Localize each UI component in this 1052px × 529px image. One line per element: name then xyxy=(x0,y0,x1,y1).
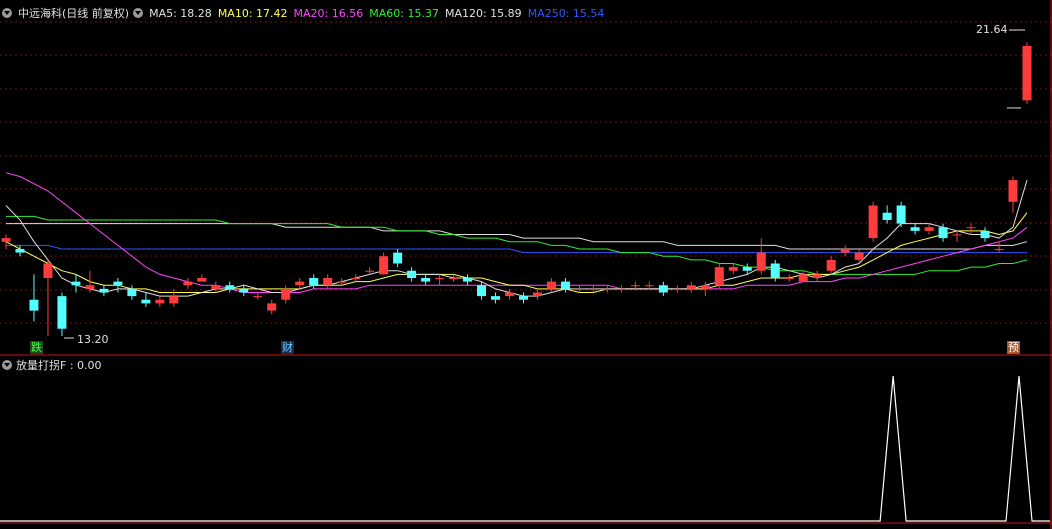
candle-down xyxy=(560,281,570,289)
candle-up xyxy=(798,274,808,282)
candle-up xyxy=(686,285,696,289)
candle-up xyxy=(630,285,640,287)
ma120-label: MA120: 15.89 xyxy=(444,6,522,20)
candle-up xyxy=(574,288,584,290)
candle-up xyxy=(868,205,878,239)
candle-down xyxy=(518,296,528,300)
candle-down xyxy=(770,263,780,278)
candle-down xyxy=(938,227,948,239)
candle-up xyxy=(323,277,333,286)
candle-up xyxy=(155,299,165,304)
candle-down xyxy=(407,270,417,278)
collapse-icon-3[interactable] xyxy=(2,360,12,370)
candle-up xyxy=(1,238,11,242)
ma10-label: MA10: 17.42 xyxy=(217,6,288,20)
candle-up xyxy=(616,288,626,290)
candle-down xyxy=(491,296,501,300)
candle-down xyxy=(980,230,990,239)
candle-up xyxy=(924,227,934,231)
candle-up xyxy=(449,277,459,279)
candle-up xyxy=(183,281,193,286)
candle-down xyxy=(896,205,906,224)
candle-down xyxy=(127,288,137,297)
candle-up xyxy=(714,267,724,286)
candle-down xyxy=(141,299,151,304)
chart-legend: 中远海科(日线 前复权) MA5: 18.28 MA10: 17.42 MA20… xyxy=(2,5,610,21)
candle-up xyxy=(85,285,95,289)
candle-down xyxy=(393,252,403,264)
candle-up xyxy=(351,277,361,279)
candle-up xyxy=(211,285,221,289)
candle-up xyxy=(295,281,305,286)
indicator-label: 放量打拐F : 0.00 xyxy=(16,359,102,372)
candle-up xyxy=(602,288,612,290)
candle-up xyxy=(281,288,291,300)
indicator-line xyxy=(0,375,1050,522)
candle-up xyxy=(505,292,515,297)
indicator-legend: 放量打拐F : 0.00 xyxy=(2,357,102,373)
tag-die[interactable]: 跌 xyxy=(30,341,43,354)
candle-up xyxy=(1008,180,1018,202)
ma250-label: MA250: 15.54 xyxy=(527,6,605,20)
candle-up xyxy=(365,270,375,272)
candle-down xyxy=(99,288,109,293)
candle-up xyxy=(197,277,207,282)
candle-up xyxy=(588,288,598,290)
candle-down xyxy=(29,299,39,311)
candle-up xyxy=(784,277,794,279)
candle-up xyxy=(546,281,556,289)
candle-up xyxy=(337,281,347,283)
candle-up xyxy=(840,248,850,253)
collapse-icon[interactable] xyxy=(2,8,12,18)
candle-down xyxy=(463,277,473,282)
candle-up xyxy=(43,263,53,278)
tag-cai[interactable]: 财 xyxy=(281,341,294,354)
ma5-label: MA5: 18.28 xyxy=(149,6,212,20)
tag-yu[interactable]: 预 xyxy=(1007,341,1020,354)
stock-title: 中远海科(日线 前复权) xyxy=(18,7,130,20)
candle-up xyxy=(952,234,962,236)
candle-up xyxy=(644,285,654,287)
candle-up xyxy=(1022,45,1032,101)
candle-down xyxy=(239,288,249,293)
low-price-label: 13.20 xyxy=(77,333,109,346)
candle-up xyxy=(532,292,542,297)
candle-down xyxy=(15,248,25,253)
candle-up xyxy=(966,227,976,229)
candle-down xyxy=(910,227,920,231)
candle-down xyxy=(71,281,81,286)
candle-down xyxy=(113,281,123,286)
ma60-label: MA60: 15.37 xyxy=(369,6,439,20)
collapse-icon-2[interactable] xyxy=(133,8,144,18)
candle-down xyxy=(477,285,487,297)
candle-up xyxy=(812,274,822,278)
ma20-label: MA20: 16.56 xyxy=(293,6,364,20)
candle-up xyxy=(854,252,864,260)
candle-down xyxy=(225,285,235,289)
candle-up xyxy=(994,248,1004,250)
candle-down xyxy=(309,277,319,286)
candle-down xyxy=(658,285,668,293)
candle-up xyxy=(672,288,682,290)
candle-up xyxy=(728,267,738,271)
candle-up xyxy=(700,285,710,289)
candle-up xyxy=(756,252,766,271)
candle-up xyxy=(826,259,836,271)
candle-down xyxy=(57,296,67,329)
kline-chart-svg[interactable] xyxy=(0,0,1052,529)
candle-down xyxy=(882,212,892,220)
candle-up xyxy=(379,256,389,275)
high-price-label: 21.64 xyxy=(976,23,1008,36)
candle-down xyxy=(742,267,752,271)
candle-up xyxy=(253,296,263,298)
candle-up xyxy=(169,296,179,304)
candle-up xyxy=(435,277,445,279)
candle-down xyxy=(421,277,431,282)
candle-up xyxy=(267,303,277,311)
